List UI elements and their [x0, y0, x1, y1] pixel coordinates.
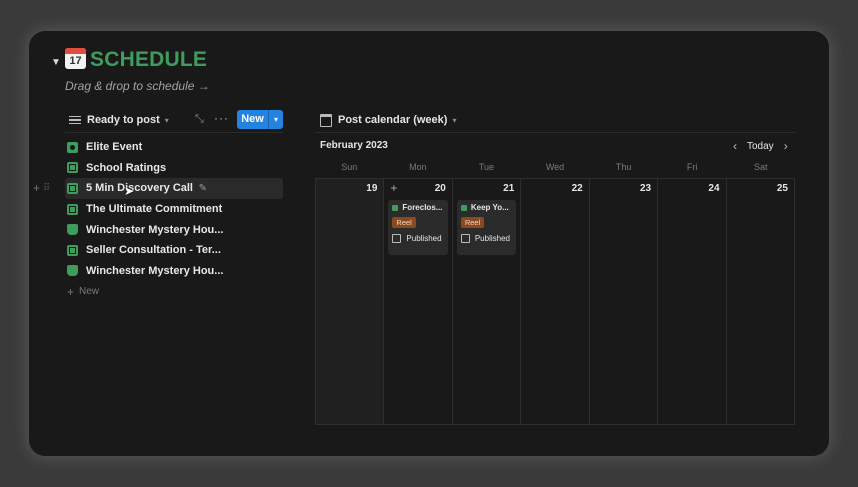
list-item-label: 5 Min Discovery Call [86, 182, 193, 195]
list-item-label: School Ratings [86, 161, 167, 174]
calendar-emoji-icon: 17 [65, 48, 86, 69]
list-item-label: Elite Event [86, 141, 143, 154]
day-cell[interactable]: 25 [725, 179, 795, 424]
published-checkbox[interactable] [392, 234, 402, 243]
page-title: SCHEDULE [90, 48, 208, 71]
checkbox-label: Published [474, 234, 510, 243]
weekday-label: Mon [409, 162, 427, 172]
event-title: Foreclos... [402, 203, 443, 212]
drag-handle-icon[interactable]: ⠿ [43, 183, 50, 194]
day-cell[interactable]: 19 [315, 179, 384, 424]
day-number: 22 [571, 183, 583, 194]
film-icon [67, 162, 78, 174]
weekday-label: Tue [478, 162, 495, 172]
collapse-toggle-icon[interactable]: ▼ [51, 57, 61, 68]
unscheduled-list: Elite Event School Ratings + ⠿ 5 Min Dis… [33, 137, 283, 302]
event-title: Keep Yo... [470, 203, 509, 212]
day-number: 23 [639, 183, 652, 194]
camera-icon [67, 141, 78, 153]
day-number: 20 [434, 183, 446, 194]
published-checkbox[interactable] [460, 234, 470, 243]
weekday-label: Thu [615, 162, 632, 172]
weekday-header: Sun Mon Tue Wed Thu Fri Sat [315, 162, 795, 172]
list-item[interactable]: School Ratings [65, 158, 283, 179]
calendar-icon [320, 113, 332, 127]
calendar-grid: 19 + 20 Foreclos... Reel Published 21 Ke… [315, 178, 795, 425]
day-number: 21 [503, 183, 515, 194]
divider [315, 132, 795, 133]
calendar-view-label: Post calendar (week) [338, 114, 448, 126]
new-dropdown-chevron-icon[interactable]: ▾ [269, 110, 283, 129]
new-button[interactable]: New ▾ [237, 110, 283, 129]
mouse-cursor-icon: ➤ [124, 184, 135, 198]
calendar-nav: ‹ Today › [733, 139, 788, 153]
edit-pencil-icon[interactable]: ✎ [199, 183, 207, 194]
checkbox-label: Published [406, 234, 442, 243]
list-item[interactable]: Elite Event [65, 137, 283, 158]
chevron-down-icon: ▾ [164, 115, 169, 125]
list-item[interactable]: Seller Consultation - Ter... [65, 240, 283, 261]
today-button[interactable]: Today [747, 141, 774, 152]
day-cell[interactable]: 21 Keep Yo... Reel Published [451, 179, 520, 424]
day-cell[interactable]: 23 [588, 179, 657, 424]
day-number: 24 [708, 183, 720, 194]
film-icon [67, 244, 78, 256]
new-button-label: New [237, 110, 269, 129]
day-number: 19 [366, 183, 378, 194]
event-card[interactable]: Keep Yo... Reel Published [456, 200, 517, 255]
calendar-month: February 2023 [320, 140, 388, 151]
list-item-label: Seller Consultation - Ter... [86, 244, 221, 257]
calendar-emoji-number: 17 [69, 55, 82, 67]
film-icon [392, 204, 399, 211]
list-item[interactable]: Winchester Mystery Hou... [65, 261, 283, 282]
event-card[interactable]: Foreclos... Reel Published [388, 200, 448, 255]
weekday-label: Wed [545, 162, 565, 172]
reel-tag: Reel [392, 217, 416, 228]
calendar-view-selector[interactable]: Post calendar (week) ▾ [320, 110, 456, 130]
expand-icon[interactable]: ⤡ [195, 113, 204, 126]
add-event-icon[interactable]: + [390, 181, 397, 195]
day-number: 25 [776, 183, 788, 194]
cup-icon [67, 265, 78, 277]
list-item-label: The Ultimate Commitment [86, 203, 223, 216]
list-item[interactable]: Winchester Mystery Hou... [65, 219, 283, 240]
weekday-label: Sun [341, 162, 358, 172]
film-icon [460, 204, 467, 211]
chevron-down-icon: ▾ [452, 115, 457, 125]
more-options-icon[interactable]: ··· [214, 111, 229, 125]
page-subtitle: Drag & drop to schedule → [65, 79, 210, 93]
add-new-row[interactable]: + New [65, 281, 283, 302]
film-icon [67, 203, 78, 215]
list-item-label: Winchester Mystery Hou... [86, 223, 224, 236]
board-view-selector[interactable]: Ready to post ▾ [69, 110, 169, 130]
list-icon [69, 114, 81, 127]
day-cell[interactable]: 22 [520, 179, 588, 424]
weekday-label: Sat [754, 162, 768, 172]
list-item[interactable]: The Ultimate Commitment [65, 199, 283, 220]
weekday-label: Fri [686, 162, 698, 172]
list-item-label: Winchester Mystery Hou... [86, 264, 224, 277]
reel-tag: Reel [460, 217, 485, 228]
chevron-left-icon[interactable]: ‹ [733, 139, 737, 153]
day-cell[interactable]: 24 [657, 179, 725, 424]
divider [65, 132, 283, 133]
add-new-label: New [79, 286, 100, 298]
add-row-icon[interactable]: + [33, 181, 40, 195]
schedule-window: ▼ 17 SCHEDULE Drag & drop to schedule → … [29, 31, 829, 456]
cup-icon [67, 224, 78, 236]
plus-icon: + [67, 284, 75, 299]
view-label: Ready to post [87, 114, 160, 126]
day-cell[interactable]: + 20 Foreclos... Reel Published [383, 179, 451, 424]
film-icon [67, 182, 78, 194]
chevron-right-icon[interactable]: › [784, 139, 788, 153]
list-item[interactable]: + ⠿ 5 Min Discovery Call ✎ [33, 178, 283, 199]
